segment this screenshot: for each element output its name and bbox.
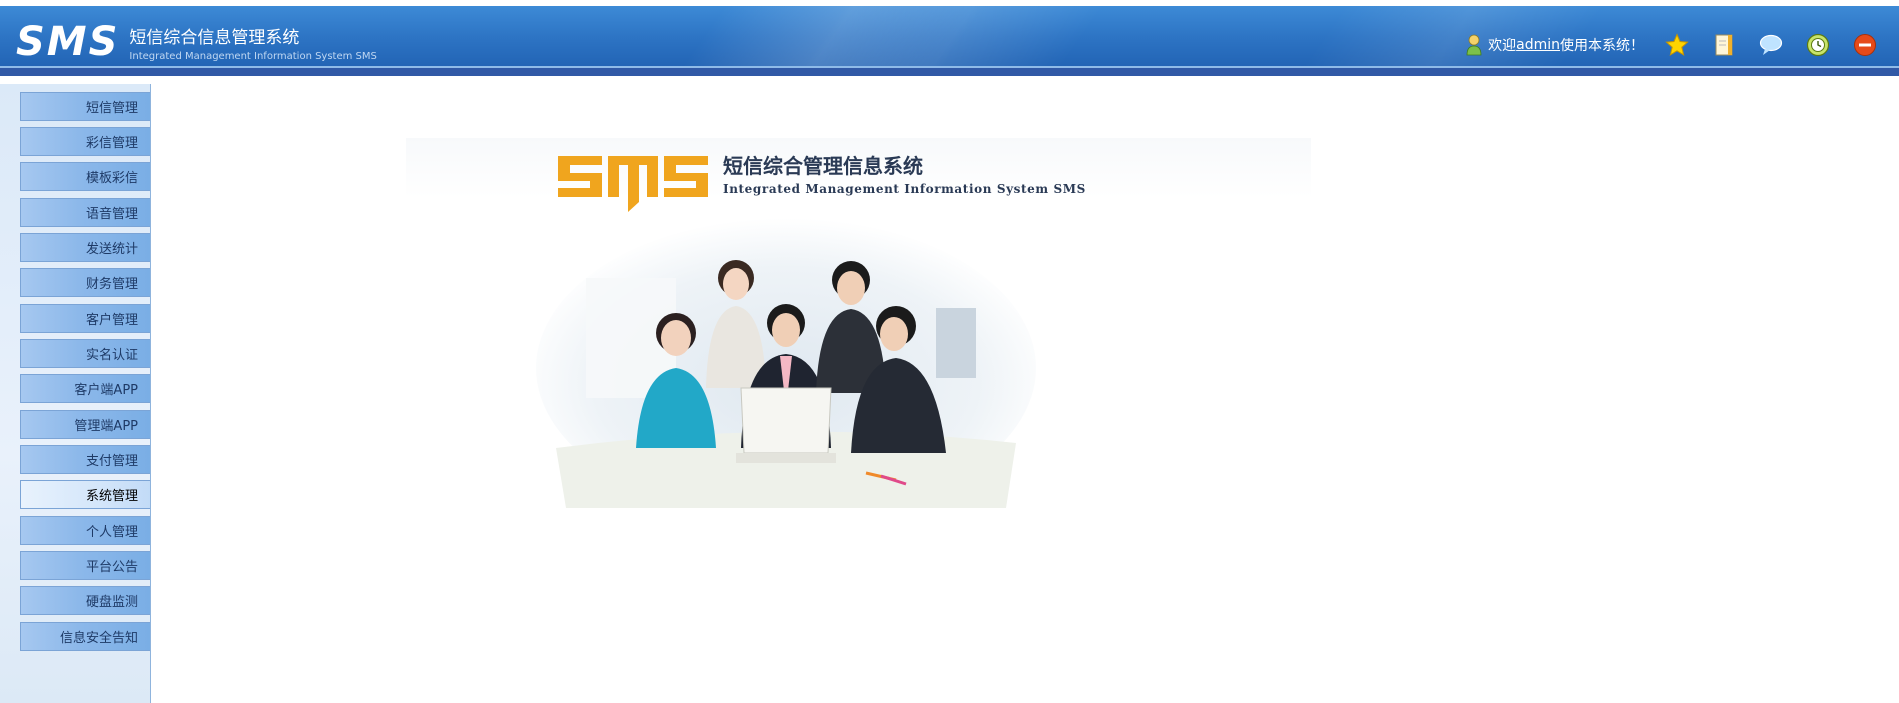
- app-logo: SMS 短信综合信息管理系统 Integrated Management Inf…: [16, 22, 377, 64]
- sidebar-item-real-name[interactable]: 实名认证: [20, 339, 150, 368]
- sidebar-item-admin-app[interactable]: 管理端APP: [20, 410, 150, 439]
- welcome-suffix: 使用本系统！: [1560, 38, 1644, 54]
- sms-logo-mark: [558, 156, 708, 212]
- sidebar-item-voice[interactable]: 语音管理: [20, 198, 150, 227]
- office-team-photo: [536, 218, 1036, 508]
- username-link[interactable]: admin: [1516, 37, 1560, 53]
- sidebar-item-system[interactable]: 系统管理: [20, 480, 150, 509]
- star-icon[interactable]: [1664, 32, 1690, 58]
- user-toolbar: 欢迎 admin 使用本系统！: [1466, 30, 1899, 60]
- sidebar-item-announcements[interactable]: 平台公告: [20, 551, 150, 580]
- app-title: 短信综合信息管理系统: [129, 28, 300, 48]
- brand-subtitle: Integrated Management Information System…: [723, 182, 1086, 196]
- exit-icon[interactable]: [1852, 32, 1878, 58]
- notebook-icon[interactable]: [1711, 32, 1737, 58]
- sidebar-item-security-notice[interactable]: 信息安全告知: [20, 622, 150, 651]
- user-icon: [1466, 34, 1482, 56]
- welcome-banner: 短信综合管理信息系统 Integrated Management Informa…: [406, 138, 1311, 523]
- brand-title: 短信综合管理信息系统: [723, 154, 923, 178]
- sidebar-item-sms[interactable]: 短信管理: [20, 92, 150, 121]
- app-header: SMS 短信综合信息管理系统 Integrated Management Inf…: [0, 6, 1899, 76]
- main-content: 短信综合管理信息系统 Integrated Management Informa…: [151, 84, 1899, 703]
- brand-text: 短信综合管理信息系统 Integrated Management Informa…: [723, 154, 1086, 196]
- logo-text: 短信综合信息管理系统 Integrated Management Informa…: [129, 28, 376, 64]
- logo-mark: SMS: [16, 19, 120, 65]
- sidebar: 短信管理 彩信管理 模板彩信 语音管理 发送统计 财务管理 客户管理 实名认证 …: [0, 84, 151, 703]
- sidebar-item-statistics[interactable]: 发送统计: [20, 233, 150, 262]
- header-band: [0, 66, 1899, 76]
- welcome-prefix: 欢迎: [1488, 38, 1517, 54]
- sidebar-item-payment[interactable]: 支付管理: [20, 445, 150, 474]
- sidebar-item-client-app[interactable]: 客户端APP: [20, 374, 150, 403]
- chat-icon[interactable]: [1758, 32, 1784, 58]
- sidebar-item-mms[interactable]: 彩信管理: [20, 127, 150, 156]
- sidebar-item-personal[interactable]: 个人管理: [20, 516, 150, 545]
- brand-logo: 短信综合管理信息系统 Integrated Management Informa…: [556, 150, 1086, 214]
- sidebar-item-customers[interactable]: 客户管理: [20, 304, 150, 333]
- welcome-message: 欢迎 admin 使用本系统！: [1466, 34, 1644, 56]
- clock-icon[interactable]: [1805, 32, 1831, 58]
- sidebar-item-finance[interactable]: 财务管理: [20, 268, 150, 297]
- sidebar-item-template-mms[interactable]: 模板彩信: [20, 162, 150, 191]
- sidebar-item-disk-monitor[interactable]: 硬盘监测: [20, 586, 150, 615]
- app-subtitle: Integrated Management Information System…: [129, 51, 377, 62]
